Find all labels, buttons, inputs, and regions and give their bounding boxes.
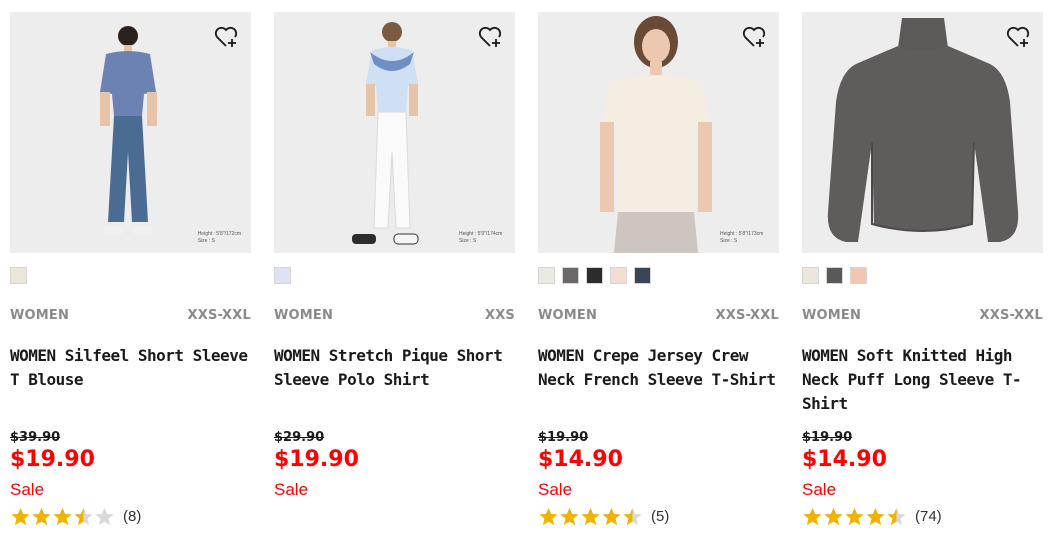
color-swatch[interactable] [826, 267, 843, 284]
star-half-icon [623, 508, 642, 525]
product-sizes: XXS-XXL [715, 308, 779, 323]
heart-plus-icon[interactable] [213, 24, 239, 50]
product-name[interactable]: WOMEN Stretch Pique Short Sleeve Polo Sh… [274, 344, 515, 392]
product-name[interactable]: WOMEN Crepe Jersey Crew Neck French Slee… [538, 344, 779, 392]
product-name[interactable]: WOMEN Silfeel Short Sleeve T Blouse [10, 344, 251, 392]
product-image[interactable]: Height : 5'8"/173cm Size : S [538, 12, 779, 253]
color-swatches [802, 267, 867, 285]
product-image[interactable]: Height : 5'9"/174cm Size : S [274, 12, 515, 253]
color-swatch[interactable] [10, 267, 27, 284]
model-size-note: Height : 5'8"/173cm Size : S [720, 231, 764, 244]
star-full-icon [845, 508, 864, 525]
star-half-icon [887, 508, 906, 525]
color-swatch[interactable] [850, 267, 867, 284]
product-image[interactable] [802, 12, 1043, 253]
product-card[interactable]: Height : 5'9"/174cm Size : S WOMEN XXS W… [274, 12, 515, 544]
sale-label: Sale [538, 480, 573, 499]
color-swatch[interactable] [634, 267, 651, 284]
original-price: $19.90 [538, 430, 589, 445]
product-image[interactable]: Height : 5'8"/172cm Size : S [10, 12, 251, 253]
product-card[interactable]: Height : 5'8"/173cm Size : S WOMEN XXS-X… [538, 12, 779, 544]
star-half-icon [74, 508, 93, 525]
star-full-icon [824, 508, 843, 525]
original-price: $19.90 [802, 430, 853, 445]
product-category: WOMEN [802, 308, 862, 323]
rating: (5) [538, 507, 669, 526]
color-swatches [10, 267, 27, 285]
product-meta: WOMEN XXS-XXL [538, 308, 779, 323]
star-rating [10, 507, 115, 526]
heart-plus-icon[interactable] [1005, 24, 1031, 50]
sale-price: $14.90 [802, 447, 887, 472]
color-swatch[interactable] [562, 267, 579, 284]
product-category: WOMEN [10, 308, 70, 323]
color-swatches [538, 267, 651, 285]
product-sizes: XXS-XXL [979, 308, 1043, 323]
heart-plus-icon[interactable] [477, 24, 503, 50]
model-size-note: Height : 5'8"/172cm Size : S [197, 231, 241, 244]
color-swatch[interactable] [274, 267, 291, 284]
star-full-icon [32, 508, 51, 525]
star-full-icon [11, 508, 30, 525]
product-sizes: XXS-XXL [187, 308, 251, 323]
product-card[interactable]: WOMEN XXS-XXL WOMEN Soft Knitted High Ne… [802, 12, 1043, 544]
model-size-note: Height : 5'9"/174cm Size : S [459, 231, 503, 244]
heart-plus-icon[interactable] [741, 24, 767, 50]
rating: (8) [10, 507, 141, 526]
product-meta: WOMEN XXS [274, 308, 515, 323]
product-sizes: XXS [484, 308, 515, 323]
star-full-icon [803, 508, 822, 525]
review-count[interactable]: (74) [915, 508, 942, 525]
sale-label: Sale [274, 480, 309, 499]
color-swatch[interactable] [538, 267, 555, 284]
product-name[interactable]: WOMEN Soft Knitted High Neck Puff Long S… [802, 344, 1043, 416]
star-full-icon [602, 508, 621, 525]
review-count[interactable]: (5) [651, 508, 669, 525]
sale-price: $19.90 [10, 447, 95, 472]
star-full-icon [539, 508, 558, 525]
product-category: WOMEN [274, 308, 334, 323]
star-rating [538, 507, 643, 526]
review-count[interactable]: (8) [123, 508, 141, 525]
rating: (74) [802, 507, 942, 526]
product-meta: WOMEN XXS-XXL [802, 308, 1043, 323]
star-empty-icon [95, 508, 114, 525]
color-swatches [274, 267, 291, 285]
product-card[interactable]: Height : 5'8"/172cm Size : S WOMEN XXS-X… [10, 12, 251, 544]
sale-price: $14.90 [538, 447, 623, 472]
sale-price: $19.90 [274, 447, 359, 472]
product-meta: WOMEN XXS-XXL [10, 308, 251, 323]
star-full-icon [560, 508, 579, 525]
star-full-icon [53, 508, 72, 525]
product-grid: Height : 5'8"/172cm Size : S WOMEN XXS-X… [0, 0, 1053, 544]
color-swatch[interactable] [610, 267, 627, 284]
color-swatch[interactable] [586, 267, 603, 284]
product-category: WOMEN [538, 308, 598, 323]
original-price: $29.90 [274, 430, 325, 445]
star-rating [802, 507, 907, 526]
original-price: $39.90 [10, 430, 61, 445]
color-swatch[interactable] [802, 267, 819, 284]
sale-label: Sale [802, 480, 837, 499]
star-full-icon [866, 508, 885, 525]
star-full-icon [581, 508, 600, 525]
sale-label: Sale [10, 480, 45, 499]
